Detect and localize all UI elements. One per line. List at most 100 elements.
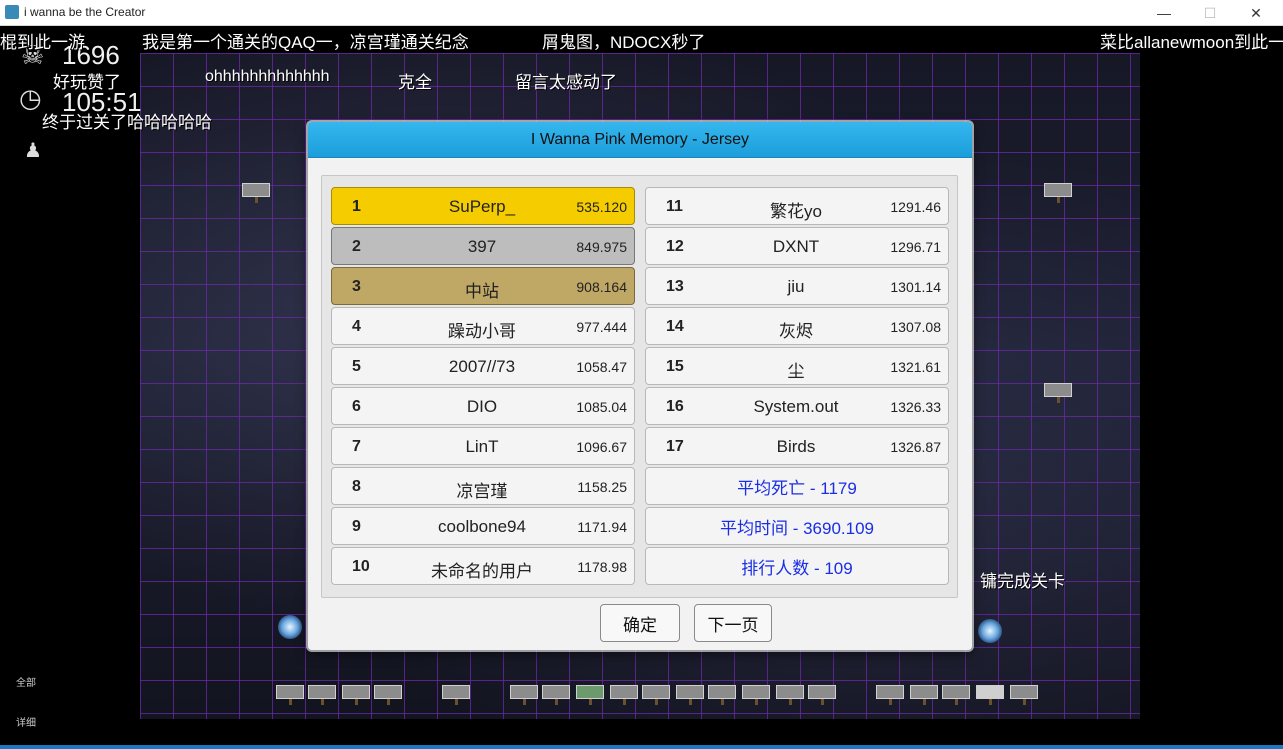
- user-icon[interactable]: ♟: [24, 141, 42, 161]
- player-name: 躁动小哥: [448, 322, 516, 341]
- leaderboard-row: 11 繁花yo 1291.46: [645, 187, 949, 225]
- sign-icon: [808, 685, 836, 705]
- sign-icon: [442, 685, 470, 705]
- danmaku-comment: 我是第一个通关的QAQ一，凉宫瑾通关纪念: [142, 33, 469, 52]
- danmaku-comment: 留言太感动了: [515, 73, 617, 92]
- danmaku-comment: 菜比allanewmoon到此一: [1100, 33, 1283, 52]
- leaderboard-dialog: I Wanna Pink Memory - Jersey 1 SuPerp_ 5…: [308, 122, 972, 650]
- sign-icon: [676, 685, 704, 705]
- leaderboard-row: 2 397 849.975: [331, 227, 635, 265]
- leaderboard-row: 9 coolbone94 1171.94: [331, 507, 635, 545]
- clear-time: 1307.08: [890, 319, 941, 335]
- player-name: 灰烬: [779, 322, 813, 341]
- player-name: jiu: [787, 277, 805, 296]
- clear-time: 1178.98: [577, 559, 627, 575]
- leaderboard-row: 16 System.out 1326.33: [645, 387, 949, 425]
- avg-deaths-stat: 平均死亡 - 1179: [645, 467, 949, 505]
- warp-portal-icon: [278, 615, 302, 639]
- leaderboard-row: 15 尘 1321.61: [645, 347, 949, 385]
- leaderboard-row: 7 LinT 1096.67: [331, 427, 635, 465]
- rank-number: 10: [352, 558, 370, 575]
- sign-icon: [542, 685, 570, 705]
- clear-time: 1096.67: [576, 439, 627, 455]
- filter-all-link[interactable]: 全部: [16, 674, 36, 689]
- clear-time: 535.120: [576, 199, 627, 215]
- rank-number: 16: [666, 398, 684, 415]
- clear-time: 1291.46: [890, 199, 941, 215]
- player-name: 繁花yo: [770, 202, 822, 221]
- player-name: 尘: [787, 362, 805, 381]
- rank-number: 17: [666, 438, 684, 455]
- rank-number: 5: [352, 358, 361, 375]
- sign-icon: [242, 183, 270, 203]
- leaderboard-row: 5 2007//73 1058.47: [331, 347, 635, 385]
- rank-number: 3: [352, 278, 361, 295]
- rank-number: 13: [666, 278, 684, 295]
- sign-icon: [1044, 383, 1072, 403]
- rank-number: 15: [666, 358, 684, 375]
- clear-time: 1301.14: [890, 279, 941, 295]
- leaderboard-row: 3 中站 908.164: [331, 267, 635, 305]
- leaderboard-row: 14 灰烬 1307.08: [645, 307, 949, 345]
- player-name: LinT: [465, 437, 499, 456]
- sign-icon: [1044, 183, 1072, 203]
- filter-detail-link[interactable]: 详细: [16, 714, 36, 729]
- sign-icon: [374, 685, 402, 705]
- leaderboard-row: 13 jiu 1301.14: [645, 267, 949, 305]
- danmaku-comment: 屑鬼图，NDOCX秒了: [542, 33, 706, 52]
- minimize-button[interactable]: —: [1141, 0, 1187, 26]
- maximize-button[interactable]: ☐: [1187, 0, 1233, 26]
- clear-time: 908.164: [576, 279, 627, 295]
- taskbar-edge: [0, 745, 1283, 749]
- sign-icon: [276, 685, 304, 705]
- player-name: 中站: [465, 282, 499, 301]
- sign-icon: [342, 685, 370, 705]
- danmaku-comment: 镛完成关卡: [980, 572, 1065, 591]
- player-name: 2007//73: [448, 357, 516, 376]
- window-title-bar: i wanna be the Creator — ☐ ✕: [0, 0, 1283, 26]
- sign-icon: [610, 685, 638, 705]
- sign-icon: [308, 685, 336, 705]
- clear-time: 1158.25: [577, 479, 627, 495]
- clear-time: 849.975: [576, 239, 627, 255]
- clear-time: 1296.71: [890, 239, 941, 255]
- sign-icon: [876, 685, 904, 705]
- danmaku-comment: 好玩赞了: [53, 73, 121, 92]
- confirm-button[interactable]: 确定: [600, 604, 680, 642]
- danmaku-comment: 棍到此一游: [0, 33, 85, 52]
- clock-icon: ◷: [19, 83, 42, 113]
- clear-time: 1085.04: [576, 399, 627, 415]
- player-name: 397: [467, 237, 497, 256]
- leaderboard-panel: 1 SuPerp_ 535.120 2 397 849.975 3 中站 908…: [321, 175, 958, 598]
- sign-icon: [942, 685, 970, 705]
- next-page-button[interactable]: 下一页: [694, 604, 772, 642]
- rank-number: 9: [352, 518, 361, 535]
- sign-icon: [742, 685, 770, 705]
- rank-number: 7: [352, 438, 361, 455]
- dialog-title: I Wanna Pink Memory - Jersey: [308, 122, 972, 158]
- danmaku-comment: ohhhhhhhhhhhhh: [205, 68, 330, 85]
- player-name: DXNT: [772, 237, 820, 256]
- rank-number: 4: [352, 318, 361, 335]
- sign-icon: [976, 685, 1004, 705]
- player-name: DIO: [466, 397, 498, 416]
- window-title: i wanna be the Creator: [24, 5, 146, 19]
- sign-icon: [576, 685, 604, 705]
- clear-time: 1326.87: [890, 439, 941, 455]
- rank-number: 1: [352, 198, 361, 215]
- clear-time: 977.444: [576, 319, 627, 335]
- rank-number: 6: [352, 398, 361, 415]
- player-name: coolbone94: [438, 517, 526, 536]
- close-button[interactable]: ✕: [1233, 0, 1279, 26]
- rank-number: 8: [352, 478, 361, 495]
- danmaku-comment: 终于过关了哈哈哈哈哈: [42, 113, 212, 132]
- player-name: 凉宫瑾: [456, 482, 508, 501]
- clear-time: 1326.33: [890, 399, 941, 415]
- leaderboard-row: 4 躁动小哥 977.444: [331, 307, 635, 345]
- leaderboard-row: 1 SuPerp_ 535.120: [331, 187, 635, 225]
- rank-number: 14: [666, 318, 684, 335]
- leaderboard-row: 17 Birds 1326.87: [645, 427, 949, 465]
- danmaku-comment: 克全: [398, 73, 432, 92]
- player-name: 未命名的用户: [431, 562, 533, 581]
- rank-number: 2: [352, 238, 361, 255]
